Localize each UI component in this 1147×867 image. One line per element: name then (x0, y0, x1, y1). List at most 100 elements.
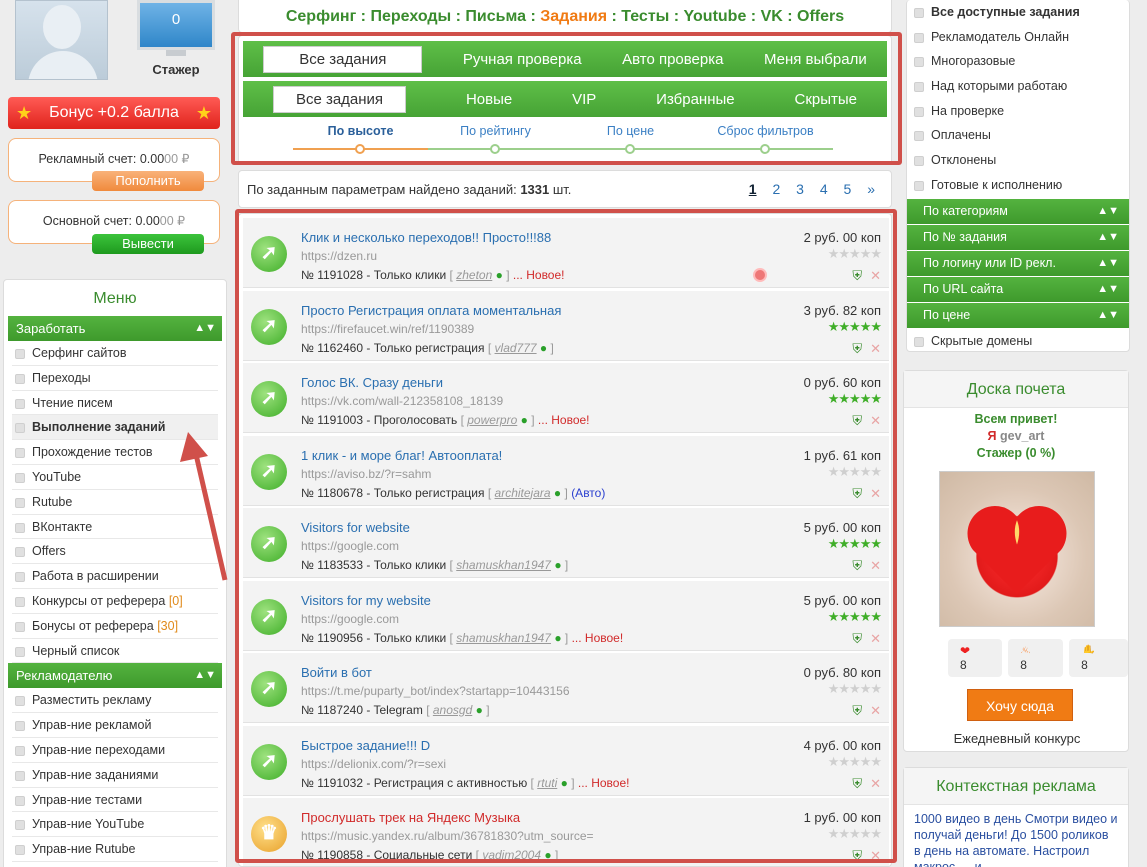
honor-photo[interactable] (939, 471, 1095, 627)
profile-panel: 0 Стажер ★ Бонус +0.2 балла ★ Рекламный … (0, 0, 230, 262)
nav-tests[interactable]: Тесты (621, 8, 669, 25)
collapse-icon: ▲▼ (1097, 204, 1119, 217)
menu-item-surfing[interactable]: Серфинг сайтов (12, 341, 218, 366)
found-label: По заданным параметрам найдено заданий: (247, 182, 521, 197)
ads-title: Контекстная реклама (904, 768, 1128, 805)
collapse-icon: ▲▼ (1097, 230, 1119, 243)
found-number: 1331 (520, 182, 550, 197)
menu-item-referrer-contests[interactable]: Конкурсы от реферера [0] (12, 589, 218, 614)
honor-board: Доска почета Всем привет! Я gev_art Стаж… (903, 370, 1129, 752)
collapse-icon: ▲▼ (1097, 256, 1119, 269)
section-label: По URL сайта (923, 281, 1004, 296)
nav-vk[interactable]: VK (761, 8, 783, 25)
collapse-icon: ▲▼ (1097, 308, 1119, 321)
monitor-stand (166, 50, 186, 56)
honor-username: gev_art (999, 429, 1045, 443)
menu-item-manage-tasks[interactable]: Управ-ние заданиями (12, 763, 218, 788)
menu-paid[interactable]: Оплачены (911, 123, 1125, 148)
section-by-task-number[interactable]: По № задания ▲▼ (907, 224, 1129, 250)
nav-tasks[interactable]: Задания (540, 8, 607, 25)
menu-reusable[interactable]: Многоразовые (911, 49, 1125, 74)
menu-item-referrer-bonus[interactable]: Бонусы от реферера [30] (12, 614, 218, 639)
page-4[interactable]: 4 (820, 181, 828, 197)
bonus-button[interactable]: ★ Бонус +0.2 балла ★ (8, 97, 220, 129)
section-label: По № задания (923, 229, 1007, 244)
menu-title: Меню (93, 290, 137, 307)
balance-monitor: 0 (137, 0, 215, 50)
annotation-arrow-icon (180, 432, 228, 581)
menu-item-blacklist[interactable]: Черный список (12, 639, 218, 664)
menu-section-advertiser[interactable]: Рекламодателю ▲▼ (8, 663, 222, 689)
honor-greeting: Всем привет! (974, 412, 1058, 426)
menu-advertiser-online[interactable]: Рекламодатель Онлайн (911, 25, 1125, 50)
menu-item-manage-tests[interactable]: Управ-ние тестами (12, 788, 218, 813)
reactions: ❤ 8 ♨ 8 ✋ 8 (948, 639, 1128, 677)
fire-reaction[interactable]: ♨ 8 (1008, 639, 1064, 677)
heart-candle-icon (967, 506, 1067, 594)
menu-section-earn[interactable]: Заработать ▲▼ (8, 316, 222, 341)
menu-on-review[interactable]: На проверке (911, 99, 1125, 124)
honor-user[interactable]: Я gev_art (904, 428, 1128, 445)
page-5[interactable]: 5 (844, 181, 852, 197)
section-by-price[interactable]: По цене ▲▼ (907, 302, 1129, 328)
honor-rank: Стажер (0 %) (976, 446, 1056, 460)
menu-section-label: Рекламодателю (16, 668, 113, 684)
main-account-suffix: 00 ₽ (159, 214, 186, 228)
section-label: По категориям (923, 203, 1008, 218)
like-reaction[interactable]: ✋ 8 (1069, 639, 1128, 677)
menu-ready[interactable]: Готовые к исполнению (911, 173, 1125, 198)
page-1[interactable]: 1 (749, 181, 757, 197)
context-ads: Контекстная реклама 1000 видео в день См… (903, 767, 1129, 867)
menu-hidden-domains[interactable]: Скрытые домены (911, 329, 1125, 354)
heart-reaction[interactable]: ❤ 8 (948, 639, 1003, 677)
menu-item-label: Бонусы от реферера (32, 618, 154, 633)
nav-transitions[interactable]: Переходы (370, 8, 451, 25)
nav-youtube[interactable]: Youtube (684, 8, 747, 25)
task-filter-menu: Все доступные задания Рекламодатель Онла… (906, 0, 1130, 352)
page-3[interactable]: 3 (796, 181, 804, 197)
topup-button[interactable]: Пополнить (92, 171, 204, 191)
menu-item-letters[interactable]: Чтение писем (12, 391, 218, 416)
pagination: 1 2 3 4 5 » (737, 181, 875, 197)
ad-account-label: Рекламный счет: 0.00 (38, 152, 165, 166)
ads-text[interactable]: 1000 видео в день Смотри видео и получай… (904, 805, 1128, 867)
reaction-count: 8 (1075, 653, 1094, 677)
page-2[interactable]: 2 (772, 181, 780, 197)
menu-item-manage-transitions[interactable]: Управ-ние переходами (12, 738, 218, 763)
ya-badge: Я (987, 429, 997, 443)
star-icon: ★ (16, 103, 33, 123)
collapse-icon: ▲▼ (1097, 282, 1119, 295)
nav-surfing[interactable]: Серфинг (286, 8, 356, 25)
menu-section-label: Заработать (16, 321, 86, 336)
page-next[interactable]: » (867, 181, 875, 197)
section-by-url[interactable]: По URL сайта ▲▼ (907, 276, 1129, 302)
star-icon: ★ (195, 103, 212, 123)
section-by-login[interactable]: По логину или ID рекл. ▲▼ (907, 250, 1129, 276)
menu-working-on[interactable]: Над которыми работаю (911, 74, 1125, 99)
menu-all-available[interactable]: Все доступные задания (911, 0, 1125, 25)
withdraw-button[interactable]: Вывести (92, 234, 204, 254)
top-nav: Серфинг : Переходы : Письма : Задания : … (238, 0, 892, 33)
user-rank: Стажер (152, 62, 200, 77)
section-by-category[interactable]: По категориям ▲▼ (907, 198, 1129, 224)
menu-item-manage-ads[interactable]: Управ-ние рекламой (12, 713, 218, 738)
ad-account-suffix: 00 ₽ (164, 152, 190, 166)
results-bar: По заданным параметрам найдено заданий: … (238, 170, 892, 208)
section-label: По логину или ID рекл. (923, 255, 1056, 270)
reaction-count: 8 (1014, 653, 1033, 677)
menu-item-manage-rutube[interactable]: Управ-ние Rutube (12, 837, 218, 862)
avatar[interactable] (15, 0, 108, 80)
menu-item-manage-youtube[interactable]: Управ-ние YouTube (12, 812, 218, 838)
menu-item-transitions[interactable]: Переходы (12, 366, 218, 391)
bonus-label: Бонус +0.2 балла (49, 104, 179, 121)
found-unit: шт. (549, 182, 572, 197)
highlight-tasks (235, 209, 897, 863)
collapse-icon: ▲▼ (194, 322, 216, 334)
want-here-button[interactable]: Хочу сюда (967, 689, 1073, 721)
nav-letters[interactable]: Письма (465, 8, 526, 25)
menu-item-place-ad[interactable]: Разместить рекламу (12, 688, 218, 714)
nav-offers[interactable]: Offers (797, 8, 844, 25)
main-account-label: Основной счет: 0.00 (42, 214, 160, 228)
daily-contest-link[interactable]: Ежедневный конкурс (904, 731, 1130, 746)
menu-rejected[interactable]: Отклонены (911, 148, 1125, 173)
